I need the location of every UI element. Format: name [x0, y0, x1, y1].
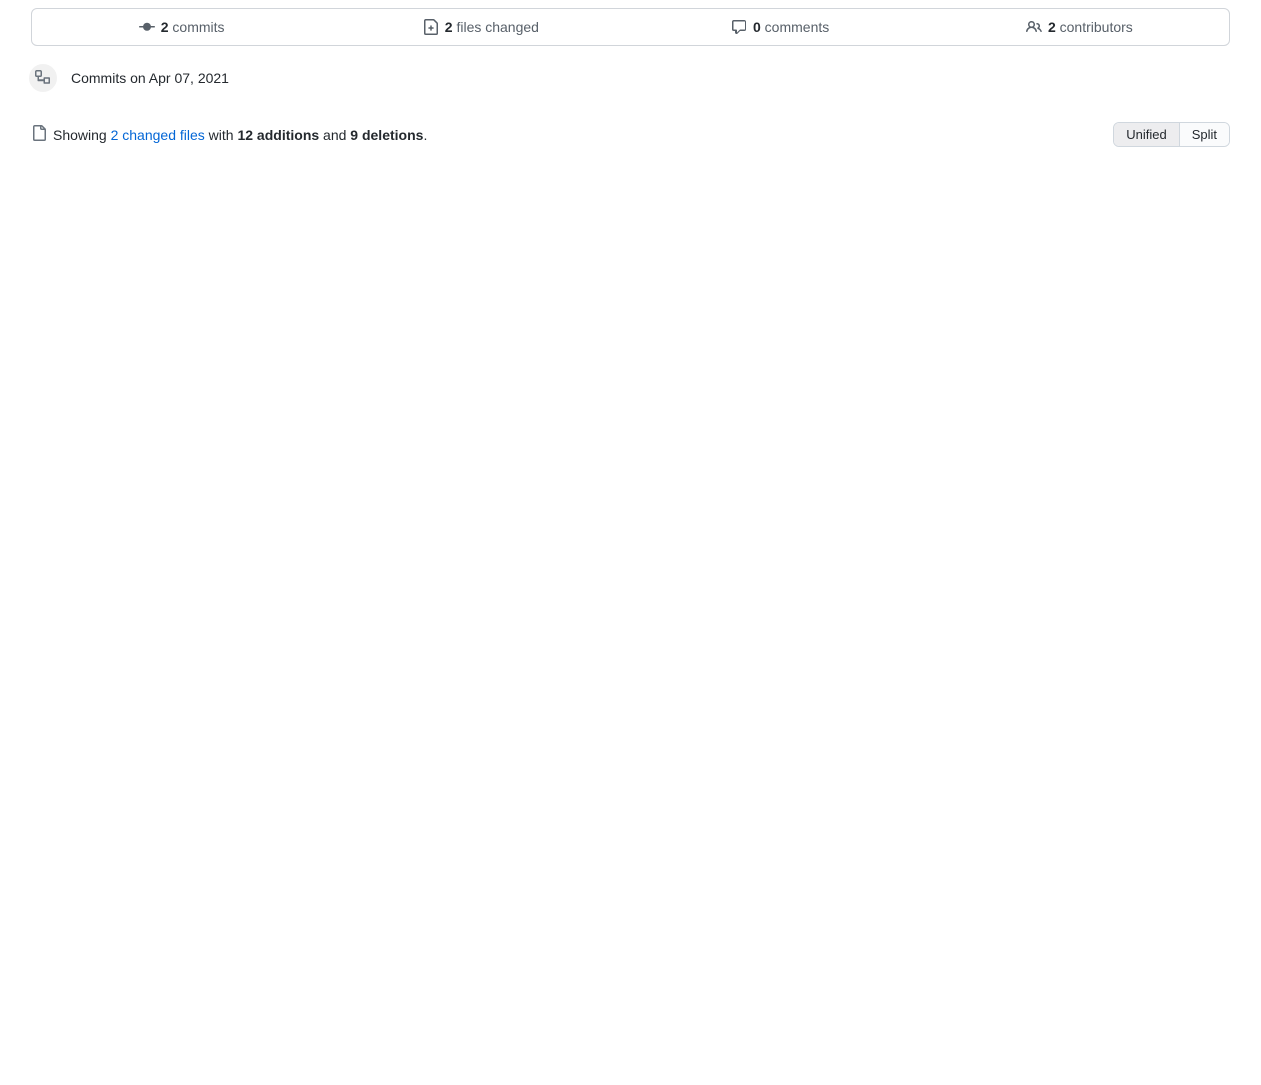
- commits-count: 2: [161, 19, 169, 35]
- comments-count: 0: [753, 19, 761, 35]
- tab-commits[interactable]: 2 commits: [32, 9, 331, 45]
- tab-files-changed[interactable]: 2 files changed: [331, 9, 630, 45]
- files-toc-row: Showing 2 changed files with 12 addition…: [10, 110, 1251, 155]
- compare-tabnav: 2 commits 2 files changed 0 comments 2 c…: [31, 8, 1230, 46]
- comment-icon: [731, 19, 747, 35]
- commits-timeline: Commits on Apr 07, 2021: [10, 62, 1251, 94]
- commits-label: commits: [172, 19, 224, 35]
- commit-icon: [139, 19, 155, 35]
- file-diff-icon: [423, 19, 439, 35]
- tab-contributors[interactable]: 2 contributors: [930, 9, 1229, 45]
- timeline-header: Commits on Apr 07, 2021: [71, 70, 229, 86]
- people-icon: [1026, 19, 1042, 35]
- file-list-icon[interactable]: [31, 125, 47, 144]
- files-count: 2: [445, 19, 453, 35]
- deletions-text: 9 deletions: [350, 127, 423, 143]
- unified-button[interactable]: Unified: [1114, 123, 1178, 146]
- comments-label: comments: [765, 19, 830, 35]
- tab-comments[interactable]: 0 comments: [631, 9, 930, 45]
- toc-text: Showing 2 changed files with 12 addition…: [53, 127, 427, 143]
- diff-view-toggle: Unified Split: [1113, 122, 1230, 147]
- contributors-label: contributors: [1060, 19, 1133, 35]
- additions-text: 12 additions: [237, 127, 319, 143]
- changed-files-link[interactable]: 2 changed files: [111, 127, 205, 143]
- timeline-badge-icon: [27, 62, 59, 94]
- contributors-count: 2: [1048, 19, 1056, 35]
- files-label: files changed: [456, 19, 539, 35]
- split-button[interactable]: Split: [1179, 123, 1229, 146]
